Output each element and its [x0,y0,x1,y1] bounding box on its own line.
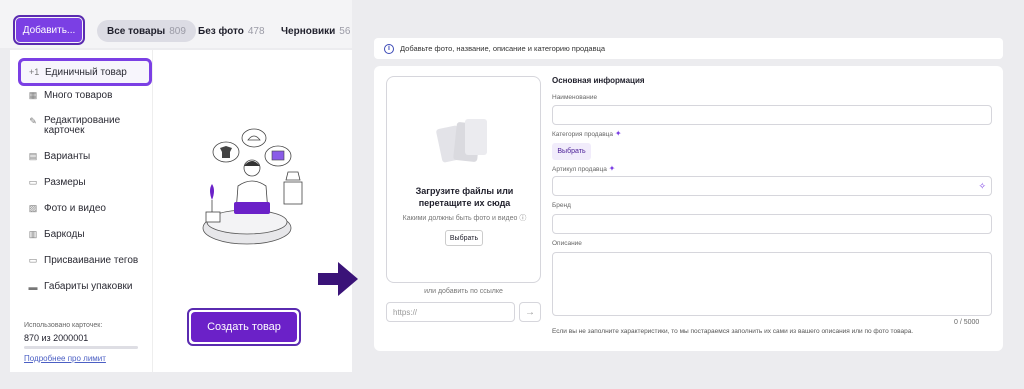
tab-label: Все товары [107,25,166,37]
magic-wand-icon[interactable]: ✧ [978,181,986,192]
dropzone-title-line-1: Загрузите файлы или [415,186,514,196]
name-label: Наименование [552,94,598,101]
arrow-right-icon [318,262,358,296]
info-icon: i [384,43,394,54]
usage-label: Использовано карточек: [24,322,103,329]
tag-icon: ▭ [28,255,38,265]
grid-icon: ▦ [28,90,38,100]
menu-item-label: Баркоды [44,229,85,240]
menu-item-photo-video[interactable]: ▨ Фото и видео [28,203,146,214]
add-menu-list: +1 Единичный товар ▦ Много товаров ✎ Ред… [10,50,152,372]
ruler-icon: ▭ [28,177,38,187]
choose-category-button[interactable]: Выбрать [552,143,591,160]
url-input[interactable]: https:// [386,302,515,322]
ai-sparkle-icon: ✦ [614,129,622,138]
ai-sparkle-icon: ✦ [608,164,616,173]
menu-item-label: Варианты [44,151,91,162]
pencil-icon: ✎ [29,116,37,126]
box-icon: ▬ [28,281,38,292]
tab-count: 56 [339,25,351,37]
photos-icon [436,119,487,163]
menu-item-edit-cards[interactable]: ✎ Редактирование карточек [28,116,146,136]
limit-info-link[interactable]: Подробнее про лимит [24,354,106,363]
info-banner: i Добавьте фото, название, описание и ка… [374,38,1003,59]
menu-item-sizes[interactable]: ▭ Размеры [28,177,146,188]
section-title: Основная информация [552,76,645,85]
article-input[interactable]: ✧ [552,176,992,196]
create-product-button[interactable]: Создать товар [187,308,301,346]
arrow-right-icon: → [525,306,535,318]
tab-no-photo[interactable]: Без фото 478 [198,20,265,42]
add-menu-panel: +1 Единичный товар ▦ Много товаров ✎ Ред… [10,50,352,372]
brand-label: Бренд [552,202,571,209]
description-textarea[interactable] [552,252,992,316]
autofill-footnote: Если вы не заполните характеристики, то … [552,328,914,335]
tab-all-products[interactable]: Все товары 809 [97,20,196,42]
variants-icon: ▤ [28,151,38,161]
menu-item-label: Размеры [44,177,86,188]
menu-item-barcodes[interactable]: ▥ Баркоды [28,229,146,240]
tab-label: Черновики [281,25,336,37]
article-label: Артикул продавца ✦ [552,164,615,173]
help-icon: ⓘ [519,215,527,222]
image-icon: ▨ [28,203,38,213]
menu-item-label: Присваивание тегов [44,255,139,266]
add-by-link-label: или добавить по ссылке [424,288,503,295]
choose-files-button[interactable]: Выбрать [445,230,483,246]
create-product-label: Создать товар [191,312,297,342]
add-button[interactable]: Добавить... [13,15,85,45]
character-counter: 0 / 5000 [954,319,980,326]
file-dropzone[interactable]: Загрузите файлы или перетащите их сюда К… [386,76,541,283]
plus-one-icon: +1 [29,67,40,77]
menu-item-label: Много товаров [44,90,113,101]
menu-item-label: Фото и видео [44,203,106,214]
tab-count: 478 [247,25,265,37]
photo-requirements-link[interactable]: Какими должны быть фото и видео ⓘ [387,213,542,223]
usage-value: 870 из 2000001 [24,333,89,343]
info-banner-text: Добавьте фото, название, описание и кате… [400,44,606,53]
menu-item-label: Единичный товар [45,66,127,78]
brand-input[interactable] [552,214,992,234]
tab-label: Без фото [198,25,244,37]
menu-item-label: Редактирование карточек [44,115,121,136]
dropzone-title: Загрузите файлы или перетащите их сюда [387,185,542,209]
menu-item-package-dimensions[interactable]: ▬ Габариты упаковки [28,281,146,292]
description-label: Описание [552,240,582,247]
url-submit-button[interactable]: → [519,302,541,322]
menu-item-label: Габариты упаковки [44,281,133,292]
product-form: Загрузите файлы или перетащите их сюда К… [374,66,1003,351]
category-label-text: Категория продавца [552,131,613,138]
article-label-text: Артикул продавца [552,166,607,173]
menu-item-tags[interactable]: ▭ Присваивание тегов [28,255,146,266]
category-label: Категория продавца ✦ [552,129,622,138]
tab-drafts[interactable]: Черновики 56 [281,20,350,42]
name-input[interactable] [552,105,992,125]
menu-item-single-product[interactable]: +1 Единичный товар [18,58,152,86]
menu-divider [152,50,153,372]
tab-count: 809 [169,25,186,37]
dropzone-title-line-2: перетащите их сюда [418,198,511,208]
top-toolbar: Добавить... Все товары 809 Без фото 478 … [0,0,352,48]
barcode-icon: ▥ [28,229,38,239]
empty-state-illustration [202,128,303,245]
usage-progress-bar [24,346,138,349]
menu-item-variants[interactable]: ▤ Варианты [28,151,146,162]
menu-item-many-products[interactable]: ▦ Много товаров [28,90,146,101]
photo-requirements-text: Какими должны быть фото и видео [402,215,518,222]
